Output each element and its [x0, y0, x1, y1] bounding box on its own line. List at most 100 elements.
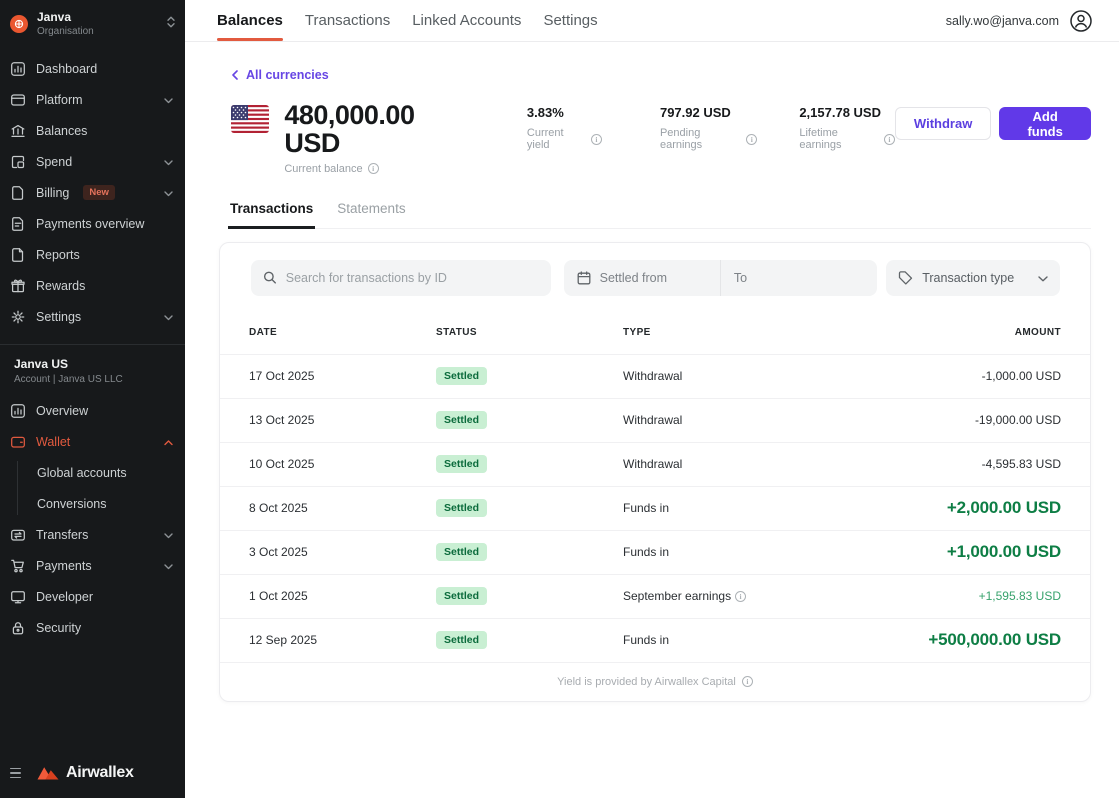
- sidebar-item-platform[interactable]: Platform: [0, 84, 185, 115]
- chevron-down-icon: [164, 559, 173, 573]
- usd-flag-icon: [231, 105, 269, 133]
- table-row[interactable]: 13 Oct 2025 Settled Withdrawal -19,000.0…: [220, 398, 1090, 442]
- lock-icon: [10, 620, 26, 636]
- info-icon[interactable]: i: [746, 134, 757, 145]
- transactions-table: DATE STATUS TYPE AMOUNT 17 Oct 2025 Sett…: [220, 311, 1090, 662]
- tag-icon: [898, 271, 913, 285]
- cart-icon: [10, 558, 26, 574]
- tab-settings[interactable]: Settings: [543, 0, 597, 41]
- table-row[interactable]: 17 Oct 2025 Settled Withdrawal -1,000.00…: [220, 354, 1090, 398]
- transfers-icon: [10, 527, 26, 543]
- airwallex-logomark: [36, 764, 60, 782]
- chevron-up-icon: [164, 435, 173, 449]
- balance-summary: 480,000.00 USD Current balance i 3.83% C…: [231, 101, 1091, 175]
- status-badge: Settled: [436, 455, 487, 473]
- info-icon[interactable]: i: [742, 676, 753, 687]
- tab-panel-statements[interactable]: Statements: [335, 201, 407, 228]
- sidebar: Janva Organisation Dashboard Platform Ba…: [0, 0, 185, 798]
- chevron-down-icon: [164, 310, 173, 324]
- dashboard-icon: [10, 61, 26, 77]
- info-icon[interactable]: i: [884, 134, 895, 145]
- yield-provider-note: Yield is provided by Airwallex Capital i: [220, 662, 1090, 701]
- sidebar-item-dashboard[interactable]: Dashboard: [0, 53, 185, 84]
- transactions-statements-tabs: Transactions Statements: [228, 201, 1091, 229]
- status-badge: Settled: [436, 631, 487, 649]
- tab-balances[interactable]: Balances: [217, 0, 283, 41]
- tab-transactions[interactable]: Transactions: [305, 0, 390, 41]
- sidebar-main-nav: Dashboard Platform Balances Spend Billin: [0, 49, 185, 336]
- chevron-down-icon: [164, 528, 173, 542]
- sidebar-item-global-accounts[interactable]: Global accounts: [0, 457, 185, 488]
- table-row[interactable]: 10 Oct 2025 Settled Withdrawal -4,595.83…: [220, 442, 1090, 486]
- sidebar-item-wallet[interactable]: Wallet: [0, 426, 185, 457]
- account-header: Janva US Account | Janva US LLC: [0, 345, 185, 391]
- table-row[interactable]: 8 Oct 2025 Settled Funds in +2,000.00 US…: [220, 486, 1090, 530]
- filter-bar: Settled from To Transaction type: [220, 243, 1090, 311]
- airwallex-wordmark: Airwallex: [66, 764, 134, 782]
- sidebar-item-balances[interactable]: Balances: [0, 115, 185, 146]
- add-funds-button[interactable]: Add funds: [999, 107, 1091, 140]
- reports-icon: [10, 247, 26, 263]
- table-row[interactable]: 12 Sep 2025 Settled Funds in +500,000.00…: [220, 618, 1090, 662]
- org-selector-icon: [167, 15, 175, 33]
- sidebar-item-overview[interactable]: Overview: [0, 395, 185, 426]
- table-row[interactable]: 1 Oct 2025 Settled September earningsi +…: [220, 574, 1090, 618]
- sidebar-item-security[interactable]: Security: [0, 612, 185, 643]
- status-badge: Settled: [436, 367, 487, 385]
- sidebar-item-settings[interactable]: Settings: [0, 301, 185, 332]
- payments-overview-icon: [10, 216, 26, 232]
- sidebar-item-spend[interactable]: Spend: [0, 146, 185, 177]
- tab-linked-accounts[interactable]: Linked Accounts: [412, 0, 521, 41]
- account-name: Janva US: [14, 357, 173, 371]
- account-subtitle: Account | Janva US LLC: [14, 374, 173, 385]
- sidebar-item-conversions[interactable]: Conversions: [0, 488, 185, 519]
- info-icon[interactable]: i: [735, 591, 746, 602]
- sidebar-account-nav: Overview Wallet Global accounts Conversi…: [0, 391, 185, 647]
- status-badge: Settled: [436, 411, 487, 429]
- wallet-submenu: Global accounts Conversions: [0, 457, 185, 519]
- calendar-icon: [577, 271, 591, 285]
- org-switcher[interactable]: Janva Organisation: [0, 0, 185, 49]
- date-range-filter: Settled from To: [564, 260, 878, 296]
- settled-from-field[interactable]: Settled from: [564, 260, 720, 296]
- chevron-down-icon: [164, 93, 173, 107]
- balances-content: All currencies: [185, 42, 1119, 798]
- collapse-sidebar-button[interactable]: [8, 764, 26, 782]
- platform-icon: [10, 92, 26, 108]
- back-to-all-currencies[interactable]: All currencies: [232, 68, 329, 82]
- main-area: Balances Transactions Linked Accounts Se…: [185, 0, 1119, 798]
- sidebar-footer: Airwallex: [0, 752, 185, 798]
- sidebar-item-transfers[interactable]: Transfers: [0, 519, 185, 550]
- transaction-search[interactable]: [251, 260, 551, 296]
- table-row[interactable]: 3 Oct 2025 Settled Funds in +1,000.00 US…: [220, 530, 1090, 574]
- tab-panel-transactions[interactable]: Transactions: [228, 201, 315, 228]
- info-icon[interactable]: i: [368, 163, 379, 174]
- sidebar-item-payments-overview[interactable]: Payments overview: [0, 208, 185, 239]
- sidebar-item-payments[interactable]: Payments: [0, 550, 185, 581]
- transactions-card: Settled from To Transaction type D: [219, 242, 1091, 702]
- info-icon[interactable]: i: [591, 134, 602, 145]
- new-badge: New: [83, 185, 115, 200]
- org-avatar: [10, 15, 28, 33]
- user-avatar-icon[interactable]: [1069, 9, 1093, 33]
- search-input[interactable]: [286, 271, 539, 285]
- gift-icon: [10, 278, 26, 294]
- sidebar-item-rewards[interactable]: Rewards: [0, 270, 185, 301]
- stat-pending-earnings: 797.92 USD Pending earningsi: [660, 101, 757, 151]
- status-badge: Settled: [436, 587, 487, 605]
- gear-icon: [10, 309, 26, 325]
- billing-icon: [10, 185, 26, 201]
- withdraw-button[interactable]: Withdraw: [895, 107, 991, 140]
- sidebar-item-developer[interactable]: Developer: [0, 581, 185, 612]
- sidebar-item-reports[interactable]: Reports: [0, 239, 185, 270]
- user-email: sally.wo@janva.com: [946, 14, 1059, 28]
- current-balance-amount: 480,000.00 USD: [284, 101, 469, 158]
- monitor-icon: [10, 589, 26, 605]
- chevron-left-icon: [232, 70, 238, 80]
- settled-to-field[interactable]: To: [720, 260, 877, 296]
- chevron-down-icon: [164, 155, 173, 169]
- transaction-type-select[interactable]: Transaction type: [886, 260, 1060, 296]
- table-header-row: DATE STATUS TYPE AMOUNT: [220, 311, 1090, 354]
- sidebar-item-billing[interactable]: Billing New: [0, 177, 185, 208]
- overview-icon: [10, 403, 26, 419]
